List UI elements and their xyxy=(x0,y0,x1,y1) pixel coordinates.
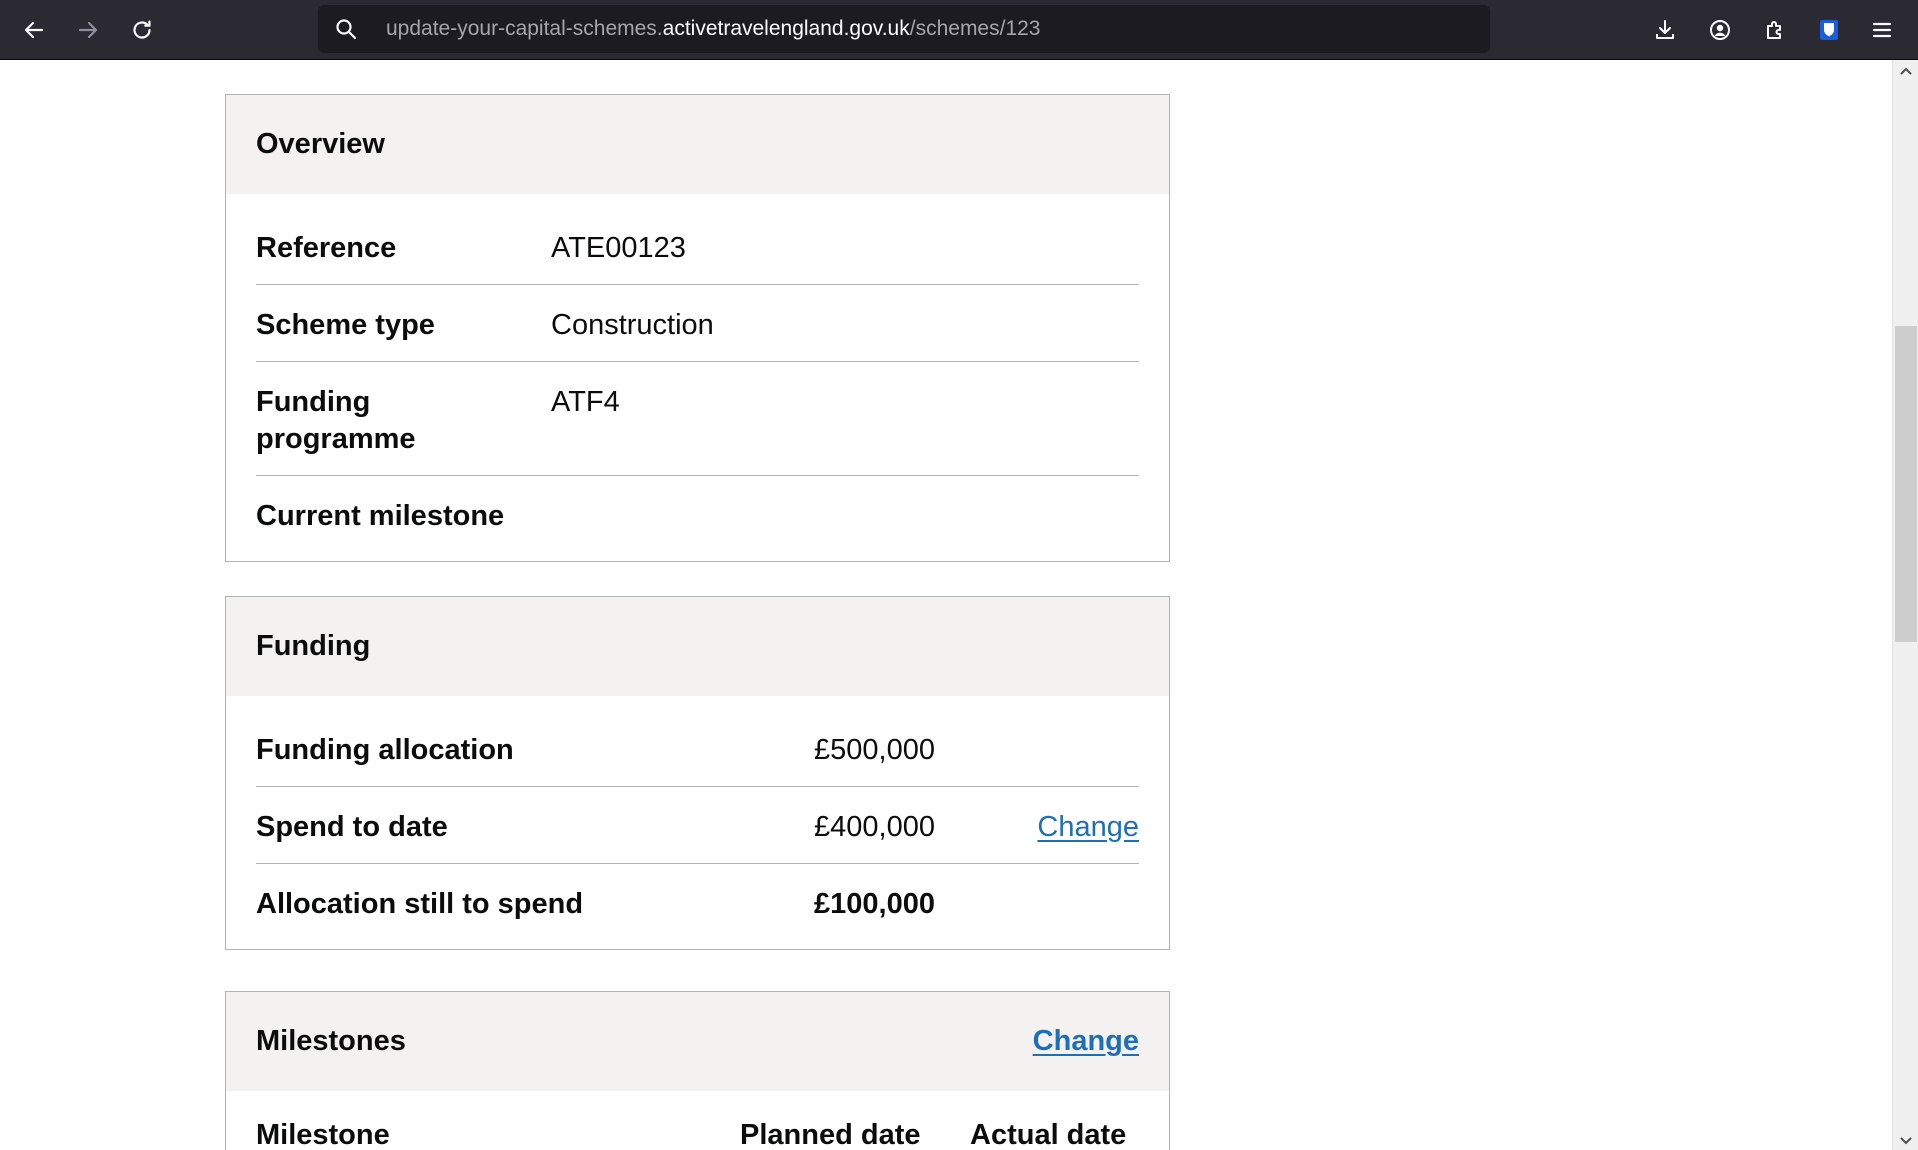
milestones-card: Milestones Change Milestone Planned date… xyxy=(225,991,1170,1150)
column-header-milestone: Milestone xyxy=(256,1119,390,1150)
url-host: activetravelengland.gov.uk xyxy=(662,17,910,40)
back-button[interactable] xyxy=(16,12,52,48)
summary-key: Reference xyxy=(256,232,397,264)
overview-header: Overview xyxy=(226,95,1169,194)
url-text[interactable]: update-your-capital-schemes.activetravel… xyxy=(386,5,1041,53)
summary-action: Change xyxy=(1014,809,1139,846)
change-milestones-link[interactable]: Change xyxy=(1033,1025,1139,1058)
extensions-button[interactable] xyxy=(1757,12,1793,48)
summary-row-funding-programme: Funding programme ATF4 xyxy=(256,362,1139,476)
summary-value: ATF4 xyxy=(551,386,620,418)
change-spend-to-date-link[interactable]: Change xyxy=(1037,811,1139,843)
summary-row-current-milestone: Current milestone xyxy=(256,476,1139,561)
page-scrollbar[interactable] xyxy=(1892,60,1918,1150)
summary-row-spend-to-date: Spend to date £400,000 Change xyxy=(256,787,1139,864)
summary-key: Scheme type xyxy=(256,309,435,341)
hamburger-menu-icon xyxy=(1872,22,1892,38)
milestones-header: Milestones Change xyxy=(226,992,1169,1091)
milestones-title: Milestones xyxy=(256,1025,406,1057)
summary-key: Allocation still to spend xyxy=(256,888,584,920)
url-path: /schemes/123 xyxy=(909,17,1041,40)
funding-summary-list: Funding allocation £500,000 Spend to dat… xyxy=(226,696,1169,949)
summary-row-scheme-type: Scheme type Construction xyxy=(256,285,1139,362)
summary-action xyxy=(1014,886,1139,923)
shield-icon xyxy=(1820,20,1838,40)
search-icon xyxy=(336,19,357,40)
overview-title: Overview xyxy=(256,128,385,160)
milestones-table-header: Milestone Planned date Actual date xyxy=(256,1091,1139,1150)
summary-row-funding-allocation: Funding allocation £500,000 xyxy=(256,710,1139,787)
overview-summary-list: Reference ATE00123 Scheme type Construct… xyxy=(226,194,1169,561)
chevron-down-icon[interactable] xyxy=(1898,1132,1914,1148)
scrollbar-thumb[interactable] xyxy=(1895,326,1917,642)
summary-value: Construction xyxy=(551,309,714,341)
reload-button[interactable] xyxy=(124,12,160,48)
forward-button[interactable] xyxy=(70,12,106,48)
summary-key: Funding programme xyxy=(256,386,416,455)
summary-value: £100,000 xyxy=(814,888,935,920)
column-header-actual-date: Actual date xyxy=(970,1119,1127,1150)
puzzle-icon xyxy=(1767,21,1781,39)
funding-title: Funding xyxy=(256,630,371,662)
milestones-table: Milestone Planned date Actual date xyxy=(226,1091,1169,1150)
account-icon xyxy=(1710,20,1730,40)
password-manager-button[interactable] xyxy=(1811,12,1847,48)
funding-header: Funding xyxy=(226,597,1169,696)
funding-card: Funding Funding allocation £500,000 Spen… xyxy=(225,596,1170,950)
summary-value: ATE00123 xyxy=(551,232,686,264)
chevron-up-icon[interactable] xyxy=(1898,64,1914,80)
column-header-planned-date: Planned date xyxy=(740,1119,921,1150)
reload-icon xyxy=(133,20,151,39)
overview-card: Overview Reference ATE00123 Scheme type … xyxy=(225,94,1170,562)
browser-toolbar: update-your-capital-schemes.activetravel… xyxy=(0,0,1918,60)
account-button[interactable] xyxy=(1702,12,1738,48)
menu-button[interactable] xyxy=(1864,12,1900,48)
arrow-left-icon xyxy=(24,21,44,39)
arrow-right-icon xyxy=(78,21,98,39)
summary-key: Funding allocation xyxy=(256,734,514,766)
summary-row-allocation-still-to-spend: Allocation still to spend £100,000 xyxy=(256,864,1139,949)
summary-row-reference: Reference ATE00123 xyxy=(256,208,1139,285)
download-icon xyxy=(1656,20,1674,39)
summary-action xyxy=(1014,732,1139,769)
downloads-button[interactable] xyxy=(1647,12,1683,48)
summary-value: £500,000 xyxy=(814,734,935,766)
summary-value: £400,000 xyxy=(814,811,935,843)
address-bar[interactable]: update-your-capital-schemes.activetravel… xyxy=(318,5,1490,53)
url-prefix: update-your-capital-schemes. xyxy=(386,17,663,40)
summary-key: Current milestone xyxy=(256,500,505,532)
summary-key: Spend to date xyxy=(256,811,448,843)
